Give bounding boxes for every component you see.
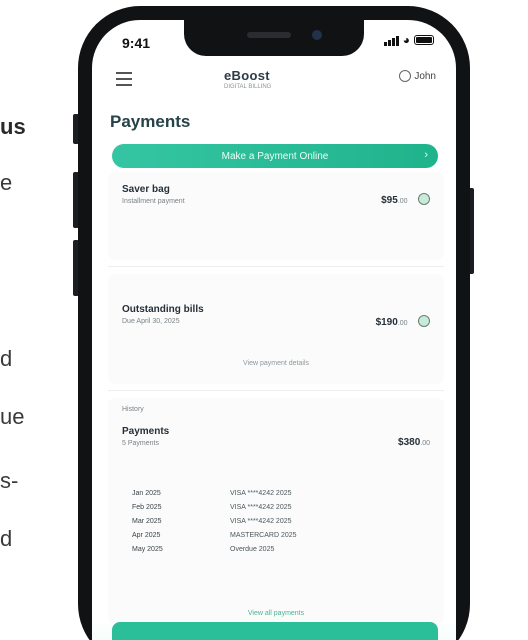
app-logo[interactable]: eBoost <box>224 68 270 83</box>
user-icon <box>399 70 412 82</box>
card-amount-unit: .00 <box>397 320 408 327</box>
card-amount-wrap: $380.00 <box>398 432 430 450</box>
section-header: History <box>122 406 144 413</box>
payment-history-table: Jan 2025 VISA ****4242 2025 Feb 2025 VIS… <box>132 486 430 556</box>
row-date: Feb 2025 <box>132 503 162 511</box>
camera <box>312 30 322 40</box>
row-date: May 2025 <box>132 545 163 553</box>
saver-bag-card[interactable]: Saver bag Installment payment $95.00 <box>108 172 444 260</box>
card-amount: $380 <box>398 437 421 448</box>
table-row[interactable]: Feb 2025 VISA ****4242 2025 <box>132 500 430 514</box>
chevron-right-icon: › <box>424 149 428 161</box>
row-description: VISA ****4242 2025 <box>230 489 292 497</box>
side-line-5: s- <box>0 468 19 493</box>
card-amount: $190 <box>375 317 398 328</box>
row-mark <box>400 514 430 528</box>
card-subtitle: 5 Payments <box>122 440 159 447</box>
side-line-6: d <box>0 526 13 551</box>
card-amount-wrap: $95.00 <box>381 190 430 208</box>
app-bar: eBoost DIGITAL BILLING John <box>92 64 456 98</box>
side-line-2: e <box>0 170 13 195</box>
row-description: VISA ****4242 2025 <box>230 503 292 511</box>
card-title: Payments <box>122 426 170 437</box>
row-mark <box>400 500 430 514</box>
signal-icon <box>383 35 399 46</box>
card-subtitle: Due April 30, 2025 <box>122 318 180 325</box>
row-mark <box>400 528 430 542</box>
phone-screen: 9:41 ◕ eBoost DIGITAL BILLING John Payme… <box>92 20 456 640</box>
page-title: Payments <box>110 112 191 131</box>
battery-icon <box>414 35 434 45</box>
card-title: Saver bag <box>122 184 170 195</box>
profile-name: John <box>414 70 436 82</box>
row-mark <box>400 486 430 500</box>
pay-online-button[interactable]: Make a Payment Online › <box>112 144 438 168</box>
status-time: 9:41 <box>122 35 151 51</box>
view-all-payments-link[interactable]: View all payments <box>108 610 444 617</box>
menu-icon[interactable] <box>116 72 132 86</box>
outstanding-bills-card[interactable]: Outstanding bills Due April 30, 2025 $19… <box>108 274 444 384</box>
app-logo-subtitle: DIGITAL BILLING <box>224 84 272 90</box>
side-copy: us e d ue s- d <box>0 0 60 640</box>
bottom-action-button[interactable] <box>112 622 438 640</box>
side-line-4: ue <box>0 404 25 429</box>
speaker <box>247 32 291 38</box>
notch <box>184 20 364 56</box>
table-row[interactable]: May 2025 Overdue 2025 <box>132 542 430 556</box>
status-icons: ◕ <box>383 33 434 47</box>
card-amount-unit: .00 <box>397 198 408 205</box>
row-description: MASTERCARD 2025 <box>230 531 297 539</box>
card-amount: $95 <box>381 195 398 206</box>
table-row[interactable]: Jan 2025 VISA ****4242 2025 <box>132 486 430 500</box>
row-mark <box>400 542 430 556</box>
expand-icon[interactable] <box>418 314 430 327</box>
card-amount-unit: .00 <box>420 440 430 447</box>
card-title: Outstanding bills <box>122 304 204 315</box>
card-subtitle: Installment payment <box>122 198 185 205</box>
pay-online-label: Make a Payment Online <box>221 150 329 162</box>
divider <box>108 390 444 391</box>
row-description: VISA ****4242 2025 <box>230 517 292 525</box>
row-date: Mar 2025 <box>132 517 162 525</box>
side-line-3: d <box>0 346 13 371</box>
row-date: Apr 2025 <box>132 531 161 539</box>
side-line-1: us <box>0 114 26 139</box>
row-description: Overdue 2025 <box>230 545 275 553</box>
table-row[interactable]: Mar 2025 VISA ****4242 2025 <box>132 514 430 528</box>
wifi-icon: ◕ <box>402 33 410 47</box>
profile-button[interactable]: John <box>399 70 436 82</box>
row-date: Jan 2025 <box>132 489 161 497</box>
divider <box>108 266 444 267</box>
expand-icon[interactable] <box>418 192 430 205</box>
card-amount-wrap: $190.00 <box>376 312 430 330</box>
payment-details-link[interactable]: View payment details <box>108 360 444 367</box>
table-row[interactable]: Apr 2025 MASTERCARD 2025 <box>132 528 430 542</box>
